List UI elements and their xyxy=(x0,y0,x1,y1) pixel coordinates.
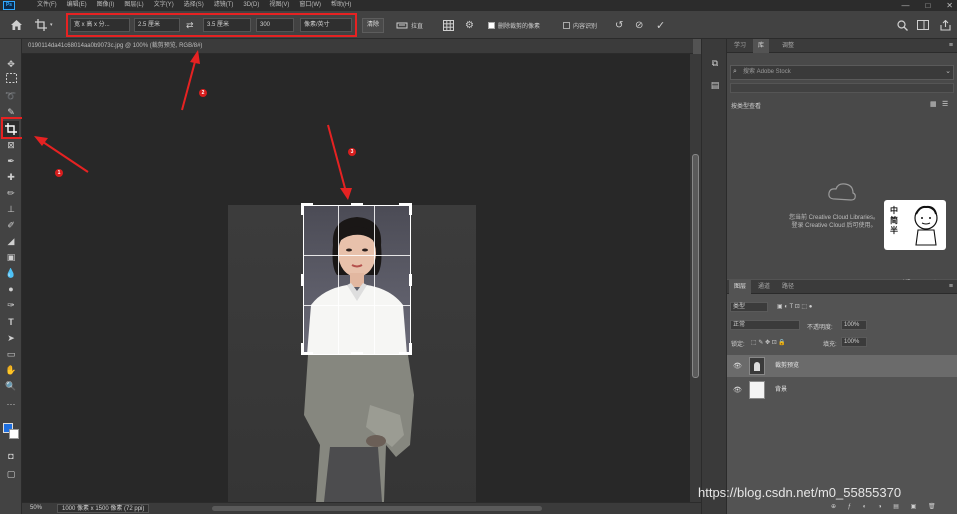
search-icon: ⌕ xyxy=(733,68,737,75)
tab-paths[interactable]: 路径 xyxy=(777,280,799,294)
lock-icons[interactable]: ⬚ ✎ ✥ ⊡ 🔒 xyxy=(751,339,786,346)
blend-mode-select[interactable]: 正常 xyxy=(730,320,800,330)
library-search-input[interactable]: 搜索 Adobe Stock xyxy=(730,65,954,80)
layer-thumbnail xyxy=(749,357,765,375)
layers-panel: 类型 ▣ ◐ T ⊡ ⬚ ● 正常 不透明度: 100% 锁定: ⬚ ✎ ✥ ⊡… xyxy=(727,295,957,514)
status-bar: 50% 1000 像素 x 1500 像素 (72 ppi) xyxy=(22,502,701,514)
filter-icons[interactable]: ▣ ◐ T ⊡ ⬚ ● xyxy=(777,303,812,310)
tab-layers[interactable]: 图层 xyxy=(729,280,752,294)
layer-thumbnail xyxy=(749,381,765,399)
eye-icon[interactable]: 👁 xyxy=(733,362,742,370)
tab-channels[interactable]: 通道 xyxy=(753,280,775,294)
chevron-down-icon[interactable]: ⌄ xyxy=(945,67,951,75)
vertical-scrollbar[interactable] xyxy=(690,54,701,502)
sticker-char: 半 xyxy=(890,226,898,235)
tab-libraries[interactable]: 库 xyxy=(753,39,770,53)
top-panel-tabs: 学习 库 调整 ≡ xyxy=(727,39,957,53)
eye-icon[interactable]: 👁 xyxy=(733,386,742,394)
lock-label: 锁定: xyxy=(731,342,745,348)
layer-row-crop-preview[interactable]: 👁 裁剪预览 xyxy=(727,355,957,377)
library-select[interactable] xyxy=(730,83,954,93)
annotation-marker-3: 3 xyxy=(348,148,356,156)
opacity-label: 不透明度: xyxy=(807,325,833,331)
library-message: 您当前 Creative Cloud Libraries。 登录 Creativ… xyxy=(779,214,889,230)
sticker-char: 中 xyxy=(890,206,898,215)
tab-learn[interactable]: 学习 xyxy=(729,39,751,53)
library-message-line2: 登录 Creative Cloud 后可使用。 xyxy=(791,223,877,229)
panel-icon-strip: ⧉ ▤ xyxy=(701,39,727,514)
document-info[interactable]: 1000 像素 x 1500 像素 (72 ppi) xyxy=(57,504,150,513)
sticker-char: 简 xyxy=(890,216,898,225)
layer-actions-icons[interactable]: ⊕ ƒ ◐ ◑ ▤ ▣ 🗑 xyxy=(831,503,941,510)
library-message-line1: 您当前 Creative Cloud Libraries。 xyxy=(788,215,880,221)
horizontal-scrollbar[interactable] xyxy=(212,506,542,511)
panel-menu-icon[interactable]: ≡ xyxy=(949,39,953,53)
right-panel: 学习 库 调整 ≡ 搜索 Adobe Stock ⌕ ⌄ 按类型查看 ▦ ☰ 您… xyxy=(727,39,957,514)
layer-name[interactable]: 背景 xyxy=(775,379,787,401)
layer-filter-select[interactable]: 类型 xyxy=(730,302,768,312)
fill-label: 填充: xyxy=(823,342,837,348)
tab-adjustments[interactable]: 调整 xyxy=(777,39,799,53)
properties-panel-icon[interactable]: ▤ xyxy=(709,79,721,91)
view-by-select[interactable]: 按类型查看 xyxy=(731,101,761,110)
fill-input[interactable]: 100% xyxy=(841,337,867,347)
opacity-input[interactable]: 100% xyxy=(841,320,867,330)
grid-view-icon[interactable]: ▦ xyxy=(930,100,937,108)
creative-cloud-icon xyxy=(828,183,856,201)
layer-panel-tabs: 图层 通道 路径 ≡ xyxy=(727,280,957,294)
annotation-marker-1: 1 xyxy=(55,169,63,177)
zoom-level[interactable]: 50% xyxy=(30,503,42,514)
scrollbar-thumb[interactable] xyxy=(692,154,699,378)
sticker-image: 中 简 半 xyxy=(884,200,946,250)
panel-menu-icon[interactable]: ≡ xyxy=(949,280,953,294)
annotation-marker-2: 2 xyxy=(199,89,207,97)
list-view-icon[interactable]: ☰ xyxy=(942,100,948,108)
history-panel-icon[interactable]: ⧉ xyxy=(709,57,721,69)
layer-name[interactable]: 裁剪预览 xyxy=(775,355,799,377)
layer-row-background[interactable]: 👁 背景 xyxy=(727,379,957,401)
cartoon-face-icon xyxy=(914,205,938,246)
watermark-text: https://blog.csdn.net/m0_55855370 xyxy=(698,485,902,500)
